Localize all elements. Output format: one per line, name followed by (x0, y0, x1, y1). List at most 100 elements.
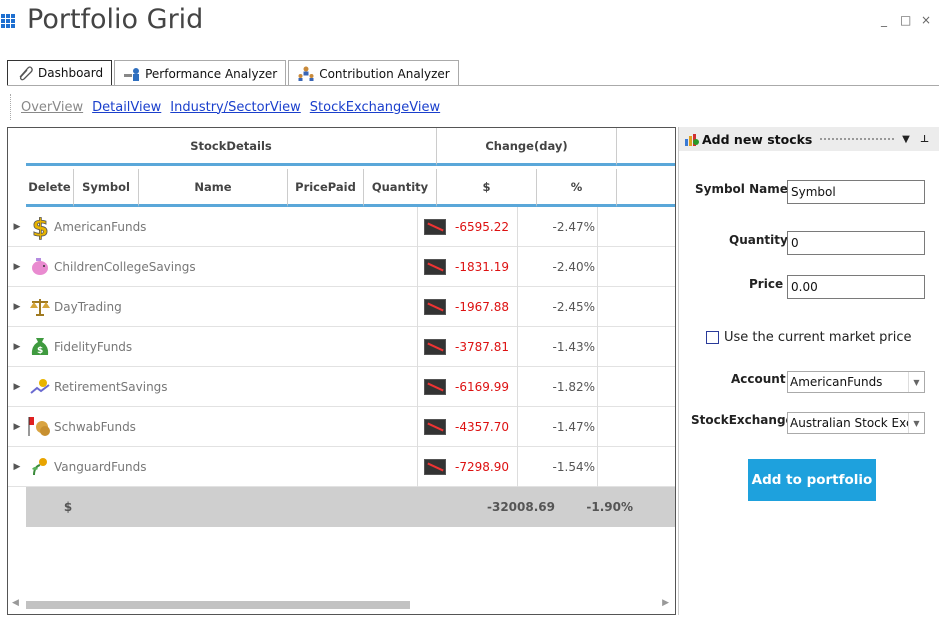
minimize-button[interactable]: _ (879, 13, 889, 27)
account-label: Account (731, 372, 786, 386)
table-row[interactable]: ▶ RetirementSavings -6169.99 -1.82% (8, 366, 675, 407)
grid-rows: ▶ $ AmericanFunds -6595.22 -2.47% ▶ Chil… (8, 206, 675, 487)
table-row[interactable]: ▶ $ AmericanFunds -6595.22 -2.47% (8, 206, 675, 247)
fund-name: DayTrading (54, 286, 418, 327)
column-dollar[interactable]: $ (437, 169, 537, 207)
dollar-sign-icon: $ (26, 207, 54, 247)
table-row[interactable]: ▶ DayTrading -1967.88 -2.45% (8, 286, 675, 327)
account-select[interactable]: AmericanFunds ▼ (787, 371, 925, 393)
horizontal-scrollbar[interactable]: ◀ ▶ (8, 596, 675, 614)
row-expander[interactable]: ▶ (8, 407, 26, 447)
column-price-paid[interactable]: PricePaid (288, 169, 364, 207)
table-row[interactable]: ▶ ChildrenCollegeSavings -1831.19 -2.40% (8, 246, 675, 287)
row-expander[interactable]: ▶ (8, 247, 26, 287)
row-expander[interactable]: ▶ (8, 367, 26, 407)
price-input[interactable]: 0.00 (787, 275, 925, 299)
portfolio-grid: StockDetails Change(day) Delete Symbol N… (7, 127, 676, 615)
change-dollar: -7298.90 (418, 446, 518, 487)
view-links: OverView DetailView Industry/SectorView … (10, 94, 440, 120)
tab-dashboard[interactable]: Dashboard (7, 60, 113, 86)
sparkline-icon (424, 338, 446, 355)
add-to-portfolio-button[interactable]: Add to portfolio (748, 459, 876, 501)
summary-label: $ (63, 500, 73, 514)
panel-grip (820, 137, 895, 144)
band-change-day: Change(day) (437, 128, 617, 166)
people-icon (297, 66, 315, 82)
column-delete[interactable]: Delete (26, 169, 74, 207)
fund-name: RetirementSavings (54, 366, 418, 407)
tab-label: Contribution Analyzer (319, 66, 450, 81)
maximize-button[interactable]: □ (900, 13, 911, 27)
paperclip-icon (16, 65, 34, 81)
change-dollar: -1967.88 (418, 286, 518, 327)
sparkline-icon (424, 258, 446, 275)
quantity-label: Quantity (729, 233, 788, 247)
exchange-select[interactable]: Australian Stock Excha ▼ (787, 412, 925, 434)
table-row[interactable]: ▶ SchwabFunds -4357.70 -1.47% (8, 406, 675, 447)
view-link-detail[interactable]: DetailView (92, 100, 161, 115)
row-expander[interactable]: ▶ (8, 327, 26, 367)
table-row[interactable]: ▶ VanguardFunds -7298.90 -1.54% (8, 446, 675, 487)
row-expander[interactable]: ▶ (8, 447, 26, 487)
change-dollar: -4357.70 (418, 406, 518, 447)
change-percent: -1.43% (518, 326, 598, 367)
checkbox-label: Use the current market price (724, 330, 912, 345)
symbol-input[interactable]: Symbol (787, 180, 925, 204)
change-percent: -1.82% (518, 366, 598, 407)
add-stock-icon (684, 132, 700, 146)
close-button[interactable]: × (921, 13, 931, 27)
scroll-left-icon[interactable]: ◀ (12, 598, 19, 608)
svg-text:$: $ (37, 346, 43, 356)
summary-total-percent: -1.90% (586, 500, 633, 514)
panel-title: Add new stocks (702, 131, 813, 147)
column-symbol[interactable]: Symbol (74, 169, 139, 207)
app-title: Portfolio Grid (27, 4, 204, 35)
panel-dropdown-icon[interactable]: ▼ (902, 134, 910, 145)
scales-icon (26, 287, 54, 327)
view-link-stock-exchange[interactable]: StockExchangeView (310, 100, 440, 115)
band-header-row: StockDetails Change(day) (26, 128, 675, 166)
column-name[interactable]: Name (139, 169, 288, 207)
retirement-icon (26, 367, 54, 407)
checkbox-box[interactable] (706, 331, 719, 344)
row-expander[interactable]: ▶ (8, 207, 26, 247)
change-percent: -2.40% (518, 246, 598, 287)
change-percent: -1.47% (518, 406, 598, 447)
chevron-down-icon[interactable]: ▼ (908, 413, 924, 433)
tab-performance-analyzer[interactable]: Performance Analyzer (114, 60, 287, 86)
row-expander[interactable]: ▶ (8, 287, 26, 327)
fund-name: ChildrenCollegeSavings (54, 246, 418, 287)
tab-strip: Dashboard Performance Analyzer Contribut… (7, 60, 461, 86)
column-header-row: Delete Symbol Name PricePaid Quantity $ … (26, 169, 675, 207)
quantity-input[interactable]: 0 (787, 231, 925, 255)
sparkline-icon (424, 218, 446, 235)
change-dollar: -3787.81 (418, 326, 518, 367)
tab-contribution-analyzer[interactable]: Contribution Analyzer (288, 60, 459, 86)
scroll-right-icon[interactable]: ▶ (662, 598, 669, 608)
fund-name: VanguardFunds (54, 446, 418, 487)
summary-row: $ -32008.69 -1.90% (26, 487, 675, 527)
grid-app-icon (1, 14, 15, 28)
chevron-down-icon[interactable]: ▼ (908, 372, 924, 392)
sparkline-icon (424, 458, 446, 475)
column-filler (617, 169, 675, 207)
pin-icon[interactable]: ⊥ (920, 134, 929, 145)
band-stock-details: StockDetails (26, 128, 437, 166)
title-bar: Portfolio Grid _ □ × (0, 0, 943, 46)
view-link-overview[interactable]: OverView (21, 100, 83, 115)
change-percent: -2.47% (518, 206, 598, 247)
fund-name: AmericanFunds (54, 206, 418, 247)
market-price-checkbox[interactable]: Use the current market price (706, 330, 912, 345)
band-filler (617, 128, 675, 166)
scroll-thumb[interactable] (26, 601, 410, 609)
price-label: Price (749, 277, 784, 291)
column-quantity[interactable]: Quantity (364, 169, 437, 207)
tab-label: Performance Analyzer (145, 66, 278, 81)
tab-divider (7, 85, 939, 86)
plant-coin-icon (26, 447, 54, 487)
svg-text:$: $ (32, 214, 49, 240)
sparkline-icon (424, 298, 446, 315)
view-link-industry-sector[interactable]: Industry/SectorView (170, 100, 301, 115)
column-percent[interactable]: % (537, 169, 617, 207)
table-row[interactable]: ▶ $ FidelityFunds -3787.81 -1.43% (8, 326, 675, 367)
